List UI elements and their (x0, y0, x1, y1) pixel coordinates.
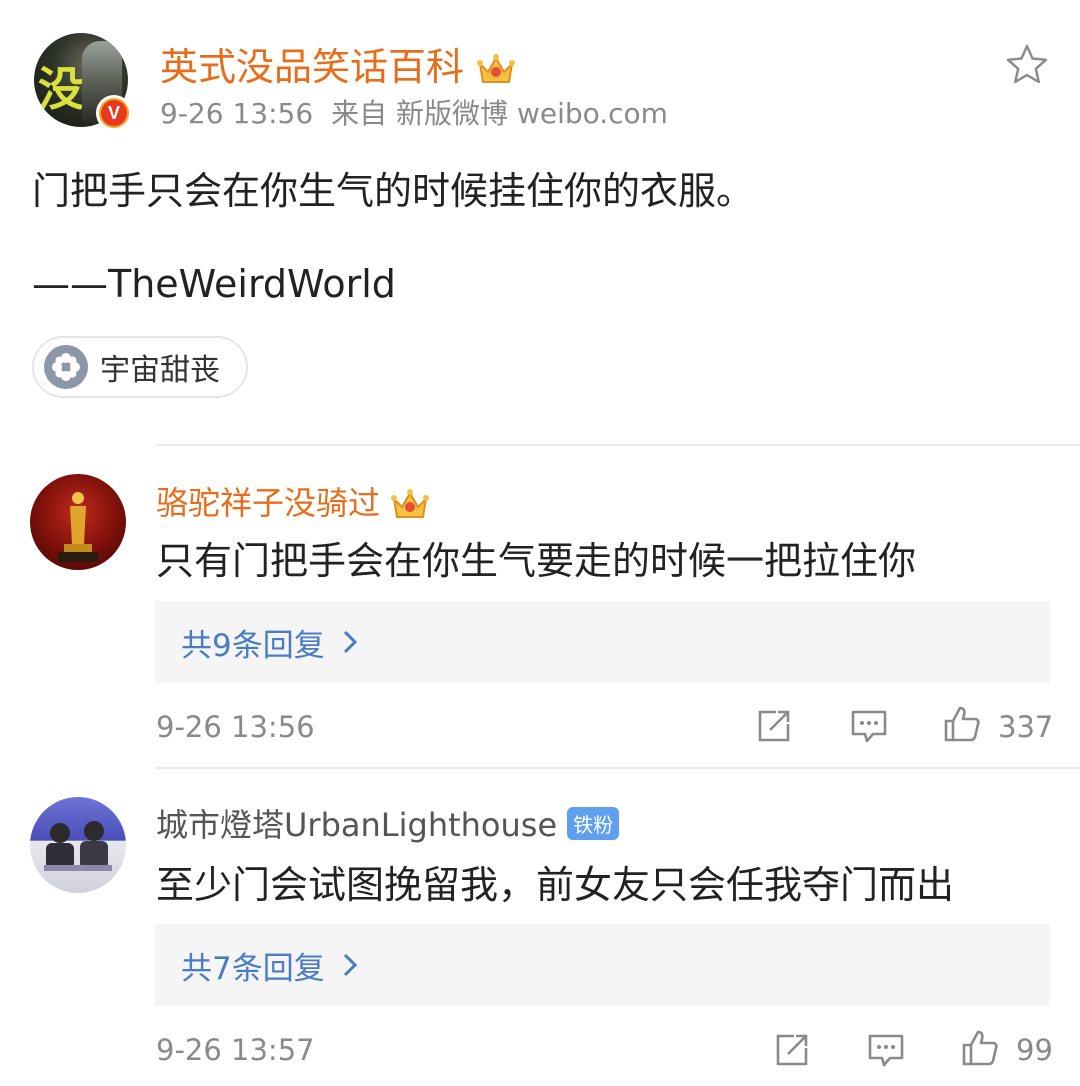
comment-author[interactable]: 骆驼祥子没骑过 (156, 478, 430, 525)
crown-icon (477, 53, 516, 83)
verified-badge-icon: V (96, 95, 132, 131)
comment-time: 9-26 13:57 (156, 1033, 315, 1067)
topic-chip[interactable]: 宇宙甜丧 (32, 336, 248, 398)
comment-time: 9-26 13:56 (156, 710, 315, 744)
like-count: 337 (998, 710, 1054, 744)
two-people-avatar (44, 821, 112, 871)
post-signature: ——TheWeirdWorld (32, 262, 396, 306)
comment-author-text: 骆驼祥子没骑过 (156, 484, 381, 522)
post-text: 门把手只会在你生气的时候挂住你的衣服。 (32, 169, 755, 213)
avatar-glyph: 没 (38, 62, 84, 116)
repost-icon[interactable] (754, 706, 794, 746)
fan-badge: 铁粉 (567, 806, 620, 840)
crown-icon (391, 489, 430, 518)
like-count: 99 (1016, 1033, 1053, 1067)
chevron-right-icon (343, 630, 357, 654)
comment-avatar[interactable] (30, 474, 126, 570)
divider (156, 444, 1080, 446)
topic-flower-icon (44, 345, 88, 389)
comment-author-text: 城市燈塔UrbanLighthouse (156, 806, 558, 844)
post-source: 来自 新版微博 weibo.com (331, 97, 668, 130)
replies-count: 共7条回复 (181, 950, 325, 987)
comment-author[interactable]: 城市燈塔UrbanLighthouse 铁粉 (156, 800, 620, 846)
comment-text: 只有门把手会在你生气要走的时候一把拉住你 (156, 539, 917, 583)
view-replies-button[interactable]: 共9条回复 (155, 601, 1050, 683)
post-time: 9-26 13:56 (160, 97, 314, 130)
divider (156, 767, 1080, 769)
post-author-name-text: 英式没品笑话百科 (160, 45, 465, 89)
comment-avatar[interactable] (30, 797, 126, 893)
thumbs-up-icon[interactable] (960, 1028, 1000, 1068)
star-icon[interactable] (1004, 42, 1050, 88)
thumbs-up-icon[interactable] (942, 704, 982, 744)
post-author-name[interactable]: 英式没品笑话百科 (160, 36, 516, 91)
chevron-right-icon (343, 953, 357, 977)
oscar-statue-avatar (58, 492, 98, 562)
topic-label: 宇宙甜丧 (100, 353, 220, 388)
post-meta: 9-26 13:56 来自 新版微博 weibo.com (160, 92, 686, 132)
repost-icon[interactable] (772, 1030, 812, 1070)
view-replies-button[interactable]: 共7条回复 (155, 924, 1050, 1006)
comment-icon[interactable] (849, 706, 889, 746)
replies-count: 共9条回复 (181, 627, 325, 664)
comment-text: 至少门会试图挽留我，前女友只会任我夺门而出 (156, 863, 955, 907)
verified-badge-label: V (101, 100, 127, 126)
comment-icon[interactable] (866, 1030, 906, 1070)
